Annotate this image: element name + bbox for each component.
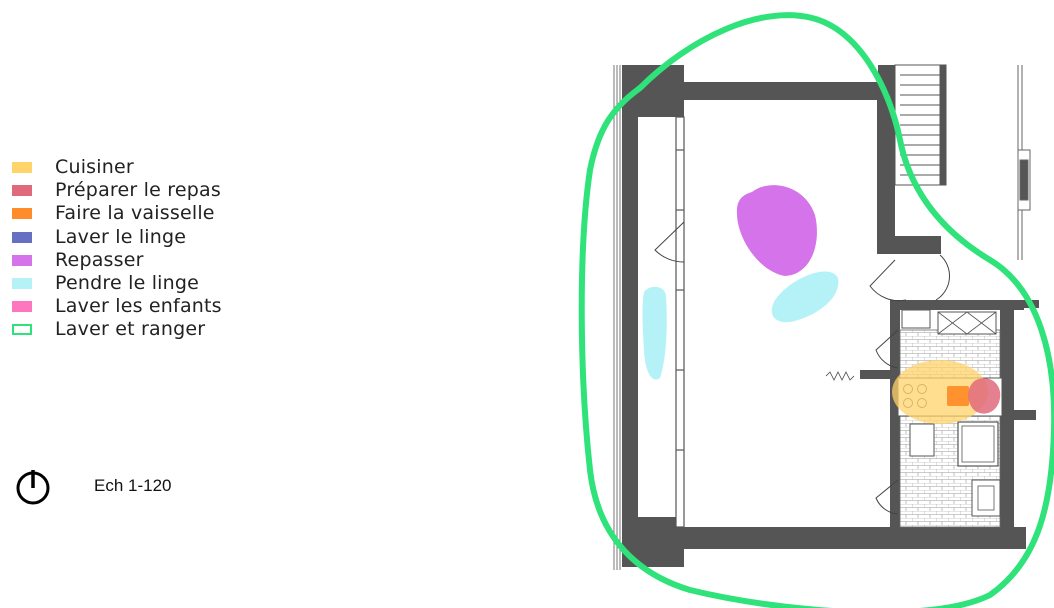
fridge [909, 423, 935, 457]
staircase [894, 64, 947, 186]
cabinet [901, 309, 931, 329]
north-arrow-icon [16, 470, 50, 505]
wall [877, 236, 941, 254]
wall [860, 370, 896, 379]
wall [1006, 410, 1036, 420]
wall [684, 527, 1026, 549]
facade-lines [613, 65, 621, 570]
zone-repasser [736, 185, 817, 276]
wall [622, 117, 638, 517]
wall [684, 82, 894, 100]
legend-swatch [12, 162, 32, 173]
legend-label: Pendre le linge [55, 271, 200, 294]
right-facade [1017, 65, 1031, 260]
legend-label: Repasser [55, 248, 144, 271]
legend-label: Cuisiner [55, 156, 134, 178]
legend-swatch [12, 231, 32, 243]
legend-swatch [12, 277, 32, 289]
legend-label: Faire la vaisselle [55, 202, 215, 225]
zone-vaisselle [947, 386, 969, 406]
legend-swatch [12, 301, 32, 313]
washing-machine [957, 421, 999, 467]
zone-pendre-linge [642, 286, 667, 380]
cabinet [937, 311, 997, 335]
hatch-mark [825, 371, 855, 381]
window-mullions [675, 116, 685, 528]
legend-swatch [12, 185, 32, 197]
wall [1000, 300, 1014, 545]
legend-swatch [12, 208, 32, 220]
legend-label: Préparer le repas [55, 179, 221, 202]
legend-swatch [12, 254, 32, 266]
legend-label: Laver et ranger [55, 318, 206, 341]
zone-pendre-linge [771, 271, 839, 323]
legend-label: Laver les enfants [55, 295, 222, 318]
floor-plan [578, 12, 1054, 608]
scale-label: Ech 1-120 [94, 476, 172, 495]
legend-swatch [12, 324, 32, 336]
oven [971, 479, 1001, 517]
legend-label: Laver le linge [55, 225, 187, 248]
